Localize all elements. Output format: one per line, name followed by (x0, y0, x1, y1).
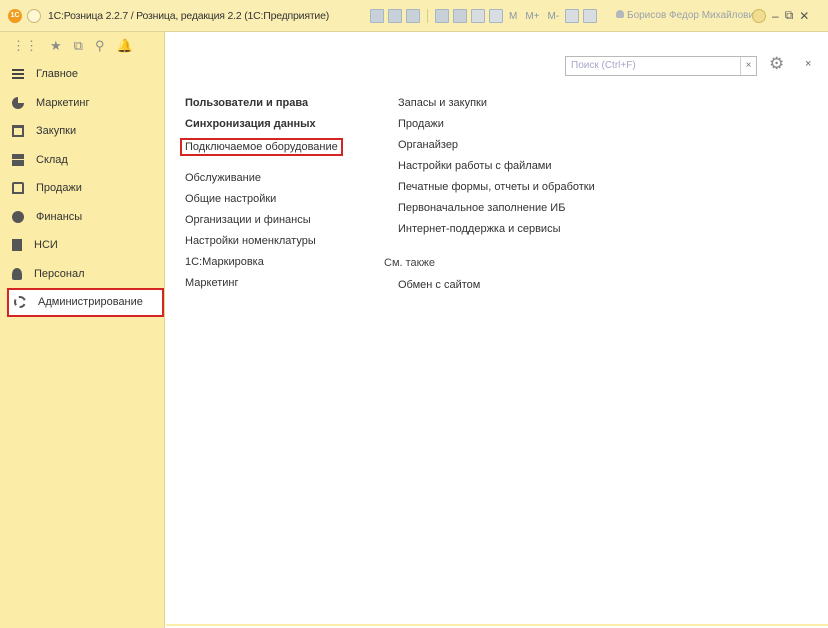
print-icon[interactable] (388, 9, 402, 23)
link-file-settings[interactable]: Настройки работы с файлами (398, 159, 595, 180)
finance-icon (12, 210, 24, 223)
user-name: Борисов Федор Михайлович (627, 10, 760, 21)
window-titlebar: 1С 1С:Розница 2.2.7 / Розница, редакция … (0, 0, 828, 32)
link-connected-equipment[interactable]: Подключаемое оборудование (180, 138, 343, 156)
memory-minus-button[interactable]: M- (548, 11, 560, 22)
user-icon (616, 10, 624, 18)
minimize-button[interactable]: – (772, 9, 779, 23)
bottom-border (166, 624, 828, 626)
link-users-rights[interactable]: Пользователи и права (185, 96, 343, 117)
link-print-forms[interactable]: Печатные формы, отчеты и обработки (398, 180, 595, 201)
sidebar-item-administration[interactable]: Администрирование (7, 288, 164, 317)
sidebar-item-label: Администрирование (38, 296, 143, 309)
toolbar-divider (427, 9, 428, 23)
titlebar-toolbar: M M+ M- (370, 8, 598, 24)
menu-icon (12, 69, 24, 80)
nsi-icon (12, 239, 22, 252)
gear-icon (14, 296, 26, 309)
memory-button[interactable]: M (509, 11, 517, 22)
calendar-icon[interactable] (489, 9, 503, 23)
link-initial-fill[interactable]: Первоначальное заполнение ИБ (398, 201, 595, 222)
left-links-column: Пользователи и права Синхронизация данны… (180, 96, 343, 297)
sidebar-item-sales[interactable]: Продажи (0, 174, 164, 203)
search-clear-button[interactable]: × (740, 57, 756, 75)
preview-icon[interactable] (406, 9, 420, 23)
sidebar-item-label: Склад (36, 153, 68, 166)
link-maintenance[interactable]: Обслуживание (185, 171, 343, 192)
see-also-heading: См. также (384, 257, 435, 269)
sidebar-item-marketing[interactable]: Маркетинг (0, 89, 164, 118)
sidebar-item-label: НСИ (34, 239, 58, 252)
table-icon[interactable] (471, 9, 485, 23)
warehouse-icon (12, 153, 24, 166)
link-internet-support[interactable]: Интернет-поддержка и сервисы (398, 222, 595, 243)
personnel-icon (12, 267, 22, 280)
app-logo-icon[interactable]: 1С (8, 9, 22, 23)
link-organizations-finance[interactable]: Организации и финансы (185, 213, 343, 234)
link-site-exchange[interactable]: Обмен с сайтом (398, 279, 480, 291)
panel-close-button[interactable]: × (805, 58, 811, 70)
sidebar-item-label: Продажи (36, 182, 82, 195)
upload-icon[interactable] (435, 9, 449, 23)
zoom-icon[interactable] (565, 9, 580, 23)
history-icon[interactable]: ⧉ (74, 38, 83, 54)
sidebar-item-label: Закупки (36, 125, 77, 138)
info-icon[interactable] (752, 8, 766, 23)
search-icon[interactable]: ⚲ (95, 38, 105, 54)
save-icon[interactable] (370, 9, 384, 23)
window-close-button[interactable]: ✕ (799, 9, 809, 23)
link-marking[interactable]: 1С:Маркировка (185, 255, 343, 276)
sidebar-item-label: Маркетинг (36, 96, 90, 109)
settings-gear-icon[interactable]: ⚙ (769, 54, 784, 74)
link-stock-purchases[interactable]: Запасы и закупки (398, 96, 595, 117)
link-sales[interactable]: Продажи (398, 117, 595, 138)
window-title: 1С:Розница 2.2.7 / Розница, редакция 2.2… (48, 10, 330, 22)
favorites-icon[interactable]: ★ (50, 38, 62, 54)
search-input[interactable]: Поиск (Ctrl+F) × (565, 56, 757, 76)
link-data-sync[interactable]: Синхронизация данных (185, 117, 343, 138)
sidebar-item-label: Главное (36, 68, 79, 81)
marketing-icon (12, 96, 24, 109)
sidebar-item-label: Финансы (36, 210, 83, 223)
sidebar-item-warehouse[interactable]: Склад (0, 146, 164, 175)
link-marketing[interactable]: Маркетинг (185, 276, 343, 297)
sidebar-item-purchases[interactable]: Закупки (0, 117, 164, 146)
all-functions-icon[interactable]: ⋮⋮ (12, 38, 38, 54)
sidebar-item-label: Персонал (34, 267, 85, 280)
main-menu-icon[interactable] (27, 9, 41, 23)
purchases-icon (12, 125, 24, 138)
printer-icon[interactable] (453, 9, 467, 23)
sections-panel: ⋮⋮ ★ ⧉ ⚲ 🔔 Главное Маркетинг Закупки Скл… (0, 32, 165, 628)
current-user[interactable]: Борисов Федор Михайлович (616, 10, 759, 21)
right-links-column: Запасы и закупки Продажи Органайзер Наст… (398, 96, 595, 243)
sidebar-item-personnel[interactable]: Персонал (0, 260, 164, 289)
notifications-icon[interactable]: 🔔 (116, 38, 132, 54)
memory-plus-button[interactable]: M+ (525, 11, 539, 22)
window-controls: – ⧉ ✕ (752, 8, 809, 23)
sales-icon (12, 182, 24, 195)
sidebar-item-main[interactable]: Главное (0, 60, 164, 89)
windows-icon[interactable] (583, 9, 598, 23)
link-nomenclature-settings[interactable]: Настройки номенклатуры (185, 234, 343, 255)
restore-button[interactable]: ⧉ (785, 8, 794, 23)
sidebar-item-nsi[interactable]: НСИ (0, 231, 164, 260)
link-general-settings[interactable]: Общие настройки (185, 192, 343, 213)
sidebar-toolbar: ⋮⋮ ★ ⧉ ⚲ 🔔 (0, 32, 164, 60)
sidebar-item-finance[interactable]: Финансы (0, 203, 164, 232)
link-organizer[interactable]: Органайзер (398, 138, 595, 159)
search-placeholder: Поиск (Ctrl+F) (571, 60, 636, 71)
